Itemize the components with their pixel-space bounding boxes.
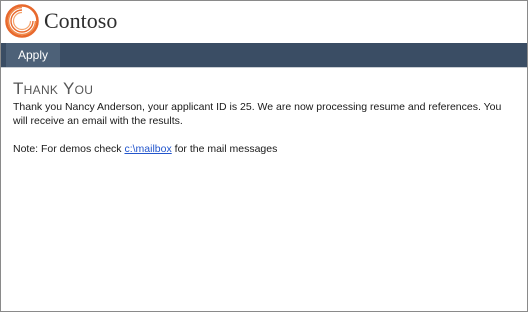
browser-page: Contoso Apply Thank You Thank you Nancy … <box>0 0 528 312</box>
note-suffix: for the mail messages <box>171 143 278 155</box>
note-prefix: Note: For demos check <box>13 143 125 155</box>
brand-name: Contoso <box>44 8 118 33</box>
nav-divider <box>1 67 527 68</box>
nav-bar: Apply <box>1 43 527 67</box>
site-header: Contoso <box>1 1 527 43</box>
contoso-logo-icon <box>5 4 39 38</box>
confirmation-message: Thank you Nancy Anderson, your applicant… <box>13 101 502 127</box>
nav-item-apply[interactable]: Apply <box>6 43 61 67</box>
page-title: Thank You <box>13 79 94 98</box>
demo-note: Note: For demos check c:\mailbox for the… <box>13 142 518 156</box>
main-content: Thank You Thank you Nancy Anderson, your… <box>13 79 518 156</box>
mailbox-link[interactable]: c:\mailbox <box>124 143 171 155</box>
